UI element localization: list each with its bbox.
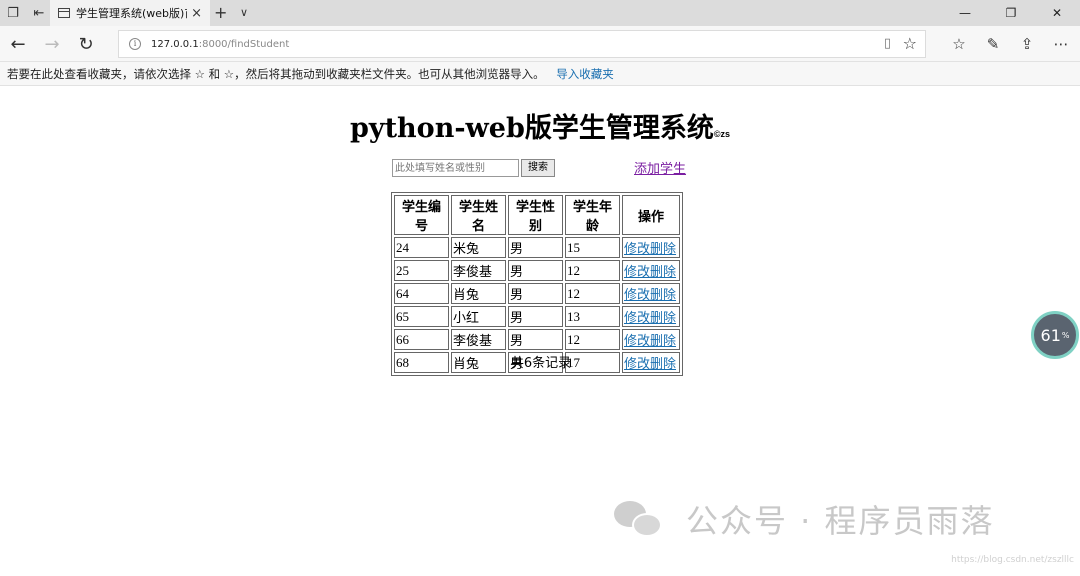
- cell-sex: 男: [508, 260, 563, 281]
- new-tab-icon[interactable]: +: [214, 0, 227, 26]
- cell-id: 64: [394, 283, 449, 304]
- favorite-star-icon[interactable]: ☆: [903, 34, 917, 53]
- cell-name: 李俊基: [451, 329, 506, 350]
- cell-sex: 男: [508, 329, 563, 350]
- reading-view-icon[interactable]: ▯: [884, 36, 891, 51]
- student-table: 学生编号 学生姓名 学生性别 学生年龄 操作 24 米兔 男 15 修改删除 2…: [391, 192, 683, 376]
- delete-link[interactable]: 删除: [650, 242, 676, 257]
- delete-link[interactable]: 删除: [650, 311, 676, 326]
- cell-actions: 修改删除: [622, 260, 680, 281]
- minimize-icon[interactable]: —: [942, 0, 988, 26]
- cell-age: 12: [565, 260, 620, 281]
- share-icon[interactable]: ⇪: [1010, 30, 1044, 58]
- table-row: 25 李俊基 男 12 修改删除: [394, 260, 680, 281]
- cell-id: 24: [394, 237, 449, 258]
- cell-name: 小红: [451, 306, 506, 327]
- edit-link[interactable]: 修改: [624, 265, 650, 280]
- tab-title: 学生管理系统(web版)首: [76, 7, 188, 20]
- forward-icon[interactable]: →: [38, 30, 66, 58]
- tab-list-chevron-icon[interactable]: ∨: [240, 0, 248, 26]
- search-button[interactable]: 搜索: [521, 159, 555, 177]
- page-icon: [58, 8, 70, 18]
- edit-link[interactable]: 修改: [624, 242, 650, 257]
- header-id: 学生编号: [394, 195, 449, 235]
- header-name: 学生姓名: [451, 195, 506, 235]
- search-input[interactable]: [392, 159, 519, 177]
- header-sex: 学生性别: [508, 195, 563, 235]
- url-host: 127.0.0.1: [151, 38, 199, 50]
- favorites-hub-icon[interactable]: ☆: [942, 30, 976, 58]
- delete-link[interactable]: 删除: [650, 288, 676, 303]
- header-actions: 操作: [622, 195, 680, 235]
- window-controls: — ❐ ✕: [942, 0, 1080, 26]
- record-count: 共6条记录: [510, 356, 572, 371]
- add-student-link[interactable]: 添加学生: [634, 158, 686, 177]
- gauge-unit: %: [1061, 330, 1070, 340]
- cell-age: 15: [565, 237, 620, 258]
- tab-bar: ❐ ⇤ 学生管理系统(web版)首 × + ∨ — ❐ ✕: [0, 0, 1080, 26]
- watermark: 公众号 · 程序员雨落: [612, 497, 995, 541]
- tab-actions-icon[interactable]: ❐: [0, 0, 26, 26]
- url-path: :8000/findStudent: [198, 38, 290, 50]
- refresh-icon[interactable]: ↻: [72, 30, 100, 58]
- cell-age: 12: [565, 329, 620, 350]
- delete-link[interactable]: 删除: [650, 334, 676, 349]
- toolbar-right: ☆ ✎ ⇪ ⋯: [942, 30, 1078, 58]
- close-tab-icon[interactable]: ×: [191, 6, 202, 21]
- search-row: 搜索 添加学生: [392, 158, 692, 178]
- browser-tab[interactable]: 学生管理系统(web版)首 ×: [50, 0, 210, 26]
- cell-id: 65: [394, 306, 449, 327]
- performance-gauge[interactable]: 61%: [1031, 311, 1079, 359]
- cell-name: 米兔: [451, 237, 506, 258]
- cell-sex: 男: [508, 237, 563, 258]
- info-icon[interactable]: i: [129, 38, 141, 50]
- student-table-wrapper: 学生编号 学生姓名 学生性别 学生年龄 操作 24 米兔 男 15 修改删除 2…: [391, 192, 683, 376]
- page-title-text: python-web版学生管理系统: [350, 113, 714, 144]
- close-window-icon[interactable]: ✕: [1034, 0, 1080, 26]
- title-mark: ©zs: [713, 129, 730, 139]
- cell-actions: 修改删除: [622, 306, 680, 327]
- edit-link[interactable]: 修改: [624, 311, 650, 326]
- source-watermark: https://blog.csdn.net/zszlllc: [951, 555, 1074, 565]
- table-row: 24 米兔 男 15 修改删除: [394, 237, 680, 258]
- import-favorites-link[interactable]: 导入收藏夹: [556, 67, 614, 81]
- edit-link[interactable]: 修改: [624, 334, 650, 349]
- cell-actions: 修改删除: [622, 329, 680, 350]
- edit-link[interactable]: 修改: [624, 288, 650, 303]
- cell-name: 李俊基: [451, 260, 506, 281]
- table-row: 65 小红 男 13 修改删除: [394, 306, 680, 327]
- set-aside-tabs-icon[interactable]: ⇤: [26, 0, 52, 26]
- cell-actions: 修改删除: [622, 283, 680, 304]
- watermark-text: 公众号 · 程序员雨落: [686, 502, 995, 540]
- back-icon[interactable]: ←: [4, 30, 32, 58]
- cell-sex: 男: [508, 283, 563, 304]
- gauge-value: 61: [1040, 325, 1061, 345]
- wechat-icon: [612, 499, 664, 539]
- page-title: python-web版学生管理系统©zs: [0, 106, 1080, 145]
- cell-age: 13: [565, 306, 620, 327]
- header-age: 学生年龄: [565, 195, 620, 235]
- cell-name: 肖兔: [451, 283, 506, 304]
- more-icon[interactable]: ⋯: [1044, 30, 1078, 58]
- table-header-row: 学生编号 学生姓名 学生性别 学生年龄 操作: [394, 195, 680, 235]
- cell-id: 25: [394, 260, 449, 281]
- delete-link[interactable]: 删除: [650, 265, 676, 280]
- favorites-hint: 若要在此处查看收藏夹，请依次选择 ☆ 和 ☆，然后将其拖动到收藏夹栏文件夹。也可…: [7, 67, 545, 81]
- cell-sex: 男: [508, 306, 563, 327]
- restore-icon[interactable]: ❐: [988, 0, 1034, 26]
- table-row: 66 李俊基 男 12 修改删除: [394, 329, 680, 350]
- address-bar[interactable]: i 127.0.0.1:8000/findStudent ▯ ☆: [118, 30, 926, 58]
- cell-age: 12: [565, 283, 620, 304]
- pen-icon[interactable]: ✎: [976, 30, 1010, 58]
- navigation-bar: ← → ↻ i 127.0.0.1:8000/findStudent ▯ ☆ ☆…: [0, 26, 1080, 62]
- favorites-bar: 若要在此处查看收藏夹，请依次选择 ☆ 和 ☆，然后将其拖动到收藏夹栏文件夹。也可…: [0, 62, 1080, 86]
- cell-actions: 修改删除: [622, 237, 680, 258]
- cell-id: 66: [394, 329, 449, 350]
- table-row: 64 肖兔 男 12 修改删除: [394, 283, 680, 304]
